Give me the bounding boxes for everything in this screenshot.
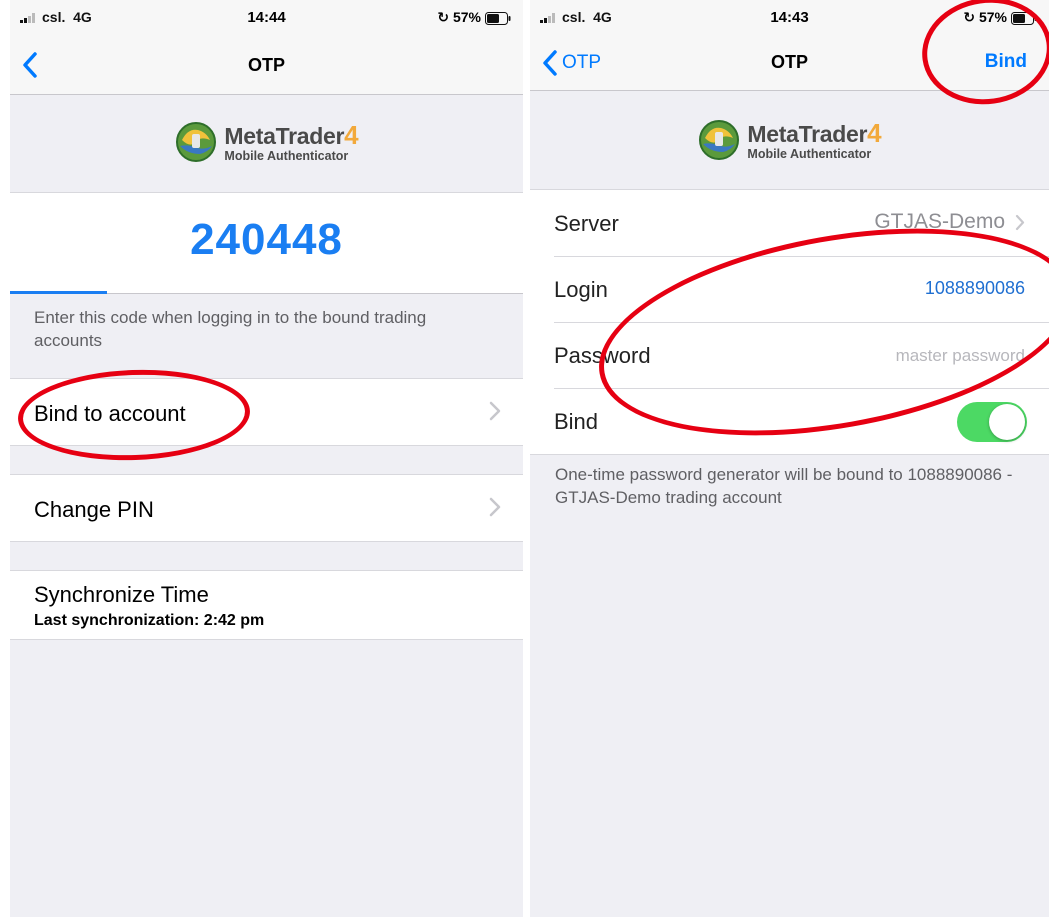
bind-form: Server GTJAS-Demo Login 1088890086 Passw… xyxy=(530,189,1049,455)
bind-to-account-item[interactable]: Bind to account xyxy=(10,378,523,446)
password-field[interactable] xyxy=(763,340,1027,372)
otp-timer-bar xyxy=(10,291,523,294)
server-row[interactable]: Server GTJAS-Demo xyxy=(530,190,1049,256)
nav-title: OTP xyxy=(247,55,285,75)
logo-subtitle: Mobile Authenticator xyxy=(747,146,872,161)
chevron-right-icon xyxy=(489,401,501,421)
otp-hint: Enter this code when logging in to the b… xyxy=(34,308,427,350)
logo-subtitle: Mobile Authenticator xyxy=(224,148,349,163)
status-bar: csl. 4G 14:44 ↻ 57% xyxy=(10,0,523,36)
otp-code-panel: 240448 xyxy=(10,192,523,294)
logo-brand: MetaTrader xyxy=(224,122,345,149)
password-row: Password xyxy=(530,322,1049,388)
battery-percent: 57% xyxy=(452,9,481,25)
right-screen: csl. 4G 14:43 ↻ 57% OTP OTP Bind MetaTra… xyxy=(530,0,1049,917)
app-logo: MetaTrader4 Mobile Authenticator xyxy=(10,94,523,190)
status-bar: csl. 4G 14:43 ↻ 57% xyxy=(530,0,1049,36)
synchronize-time-item[interactable]: Synchronize Time Last synchronization: 2… xyxy=(10,570,523,640)
nav-title: OTP xyxy=(770,52,808,72)
last-sync-text: Last synchronization: 2:42 pm xyxy=(34,612,265,629)
login-field[interactable]: 1088890086 xyxy=(925,278,1025,299)
battery-info: ↻ 57% xyxy=(963,9,1037,26)
otp-code: 240448 xyxy=(190,215,343,264)
password-label: Password xyxy=(554,343,651,368)
bind-toggle-label: Bind xyxy=(554,409,599,434)
app-logo: MetaTrader4 Mobile Authenticator xyxy=(530,92,1049,188)
battery-percent: 57% xyxy=(978,9,1007,25)
left-screen: csl. 4G 14:44 ↻ 57% OTP MetaTrader4 Mobi… xyxy=(10,0,523,917)
metatrader-logo-icon xyxy=(176,122,217,162)
login-row: Login 1088890086 xyxy=(530,256,1049,322)
otp-timer-fill xyxy=(10,291,108,294)
battery-icon xyxy=(1011,11,1037,25)
bind-note: One-time password generator will be boun… xyxy=(555,465,1013,507)
bind-toggle[interactable] xyxy=(957,402,1027,442)
logo-text: MetaTrader4 Mobile Authenticator xyxy=(747,120,881,161)
logo-brand: MetaTrader xyxy=(747,120,868,147)
login-label: Login xyxy=(554,277,608,302)
change-pin-item[interactable]: Change PIN xyxy=(10,474,523,542)
logo-text: MetaTrader4 Mobile Authenticator xyxy=(224,122,358,163)
logo-number: 4 xyxy=(867,117,882,148)
toggle-knob xyxy=(989,404,1025,440)
logo-number: 4 xyxy=(344,119,359,150)
metatrader-logo-icon xyxy=(699,120,740,160)
synchronize-time-label: Synchronize Time xyxy=(34,582,209,607)
nav-bar: OTP xyxy=(10,36,523,95)
change-pin-label: Change PIN xyxy=(34,497,154,522)
nav-bar: OTP OTP Bind xyxy=(530,36,1049,91)
rotation-lock-icon: ↻ xyxy=(963,9,976,25)
battery-info: ↻ 57% xyxy=(437,9,511,26)
chevron-right-icon xyxy=(489,497,501,517)
bind-button[interactable]: Bind xyxy=(985,51,1027,73)
bind-to-account-label: Bind to account xyxy=(34,401,186,426)
chevron-right-icon xyxy=(1015,214,1025,231)
rotation-lock-icon: ↻ xyxy=(437,9,450,25)
bind-toggle-row: Bind xyxy=(530,388,1049,454)
battery-icon xyxy=(485,11,511,25)
server-label: Server xyxy=(554,211,619,236)
server-value: GTJAS-Demo xyxy=(874,210,1005,233)
